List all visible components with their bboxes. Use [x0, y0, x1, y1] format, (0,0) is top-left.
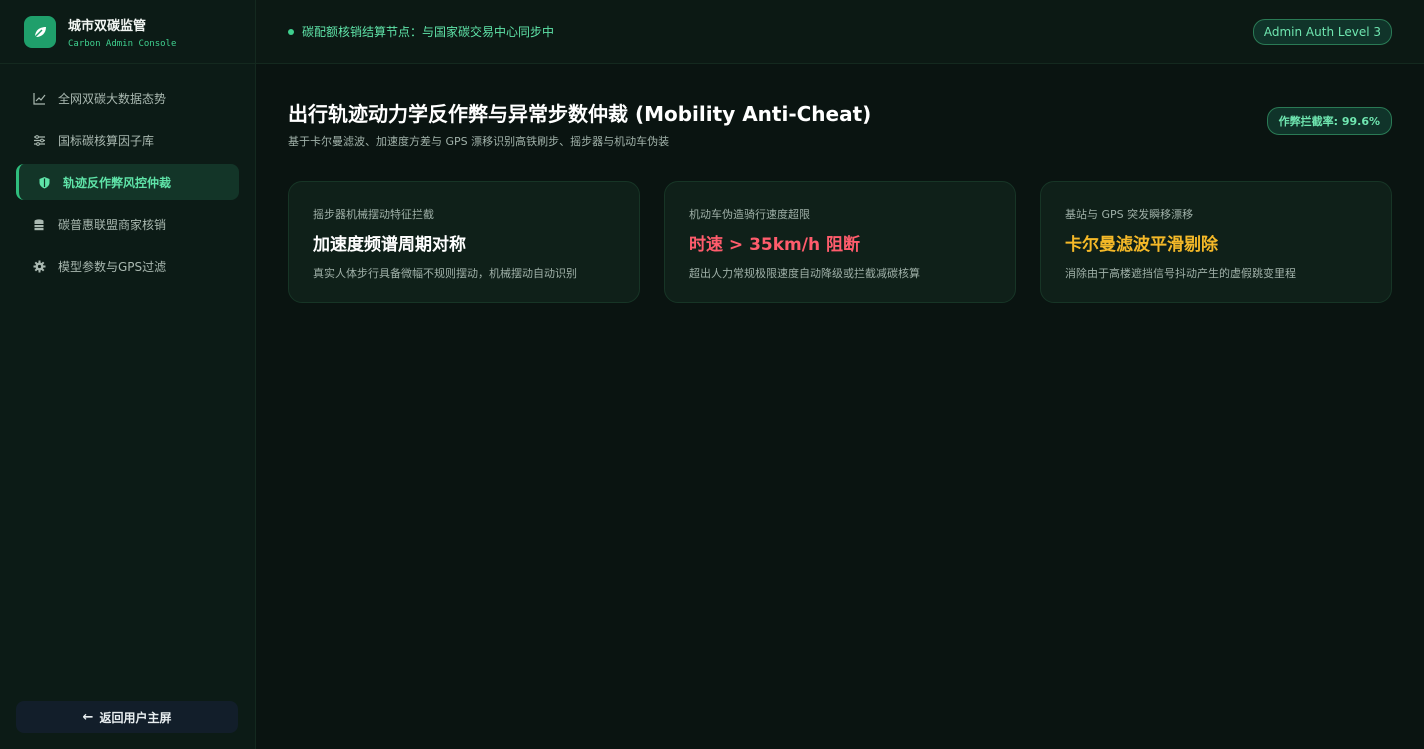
arrow-left-icon: ←: [82, 709, 94, 725]
sidebar-item-label: 碳普惠联盟商家核销: [58, 217, 167, 232]
rule-card-pedometer-shaker: 摇步器机械摆动特征拦截 加速度频谱周期对称 真实人体步行具备微幅不规则摆动，机械…: [288, 181, 640, 303]
sidebar-item-factor-library[interactable]: 国标碳核算因子库: [16, 122, 239, 158]
sliders-icon: [32, 133, 46, 147]
card-description: 消除由于高楼遮挡信号抖动产生的虚假跳变里程: [1065, 267, 1296, 280]
brand: 城市双碳监管 Carbon Admin Console: [0, 0, 255, 64]
brand-title: 城市双碳监管: [68, 18, 147, 34]
card-value: 加速度频谱周期对称: [313, 235, 466, 255]
card-description: 真实人体步行具备微幅不规则摆动，机械摆动自动识别: [313, 267, 577, 280]
leaf-icon: [24, 15, 56, 48]
gear-icon: [32, 259, 46, 273]
sidebar-item-merchant[interactable]: 碳普惠联盟商家核销: [16, 206, 239, 242]
topbar: 碳配额核销结算节点：与国家碳交易中心同步中 Admin Auth Level 3: [256, 0, 1424, 64]
page-title: 出行轨迹动力学反作弊与异常步数仲裁 (Mobility Anti-Cheat): [288, 102, 872, 126]
shield-icon: [37, 175, 51, 189]
sidebar-item-label: 模型参数与GPS过滤: [58, 259, 167, 274]
sidebar-item-anti-cheat[interactable]: 轨迹反作弊风控仲裁: [16, 164, 239, 200]
status-dot-icon: [288, 28, 294, 35]
card-value: 卡尔曼滤波平滑剔除: [1065, 235, 1218, 255]
sidebar-nav: 全网双碳大数据态势 国标碳核算因子库 轨迹反作弊风控仲裁 碳普惠联盟商家核销 模…: [0, 64, 255, 284]
rule-card-gps-drift: 基站与 GPS 突发瞬移漂移 卡尔曼滤波平滑剔除 消除由于高楼遮挡信号抖动产生的…: [1040, 181, 1392, 303]
card-value: 时速 > 35km/h 阻断: [689, 235, 860, 255]
rule-cards: 摇步器机械摆动特征拦截 加速度频谱周期对称 真实人体步行具备微幅不规则摆动，机械…: [288, 181, 1392, 303]
sidebar-item-dashboard[interactable]: 全网双碳大数据态势: [16, 80, 239, 116]
intercept-rate-badge: 作弊拦截率: 99.6%: [1266, 107, 1392, 135]
sidebar: 城市双碳监管 Carbon Admin Console 全网双碳大数据态势 国标…: [0, 0, 256, 749]
sync-status-text: 碳配额核销结算节点：与国家碳交易中心同步中: [302, 25, 555, 39]
rule-card-vehicle-speed: 机动车伪造骑行速度超限 时速 > 35km/h 阻断 超出人力常规极限速度自动降…: [664, 181, 1016, 303]
auth-level-badge: Admin Auth Level 3: [1252, 18, 1392, 45]
chart-line-icon: [32, 91, 46, 105]
main-content: 出行轨迹动力学反作弊与异常步数仲裁 (Mobility Anti-Cheat) …: [288, 64, 1392, 303]
page-header: 出行轨迹动力学反作弊与异常步数仲裁 (Mobility Anti-Cheat) …: [288, 98, 1392, 149]
sidebar-item-label: 国标碳核算因子库: [58, 133, 155, 148]
page-subtitle: 基于卡尔曼滤波、加速度方差与 GPS 漂移识别高铁刷步、摇步器与机动车伪装: [288, 135, 670, 148]
sidebar-item-model-params[interactable]: 模型参数与GPS过滤: [16, 248, 239, 284]
coins-icon: [32, 217, 46, 231]
sidebar-item-label: 全网双碳大数据态势: [58, 91, 167, 106]
card-label: 机动车伪造骑行速度超限: [689, 208, 810, 221]
sidebar-item-label: 轨迹反作弊风控仲裁: [63, 175, 172, 190]
card-label: 基站与 GPS 突发瞬移漂移: [1065, 208, 1194, 221]
back-to-user-home-button[interactable]: ← 返回用户主屏: [16, 701, 238, 733]
card-description: 超出人力常规极限速度自动降级或拦截减碳核算: [689, 267, 920, 280]
card-label: 摇步器机械摆动特征拦截: [313, 208, 434, 221]
brand-subtitle: Carbon Admin Console: [68, 38, 177, 49]
back-button-label: 返回用户主屏: [99, 710, 172, 725]
